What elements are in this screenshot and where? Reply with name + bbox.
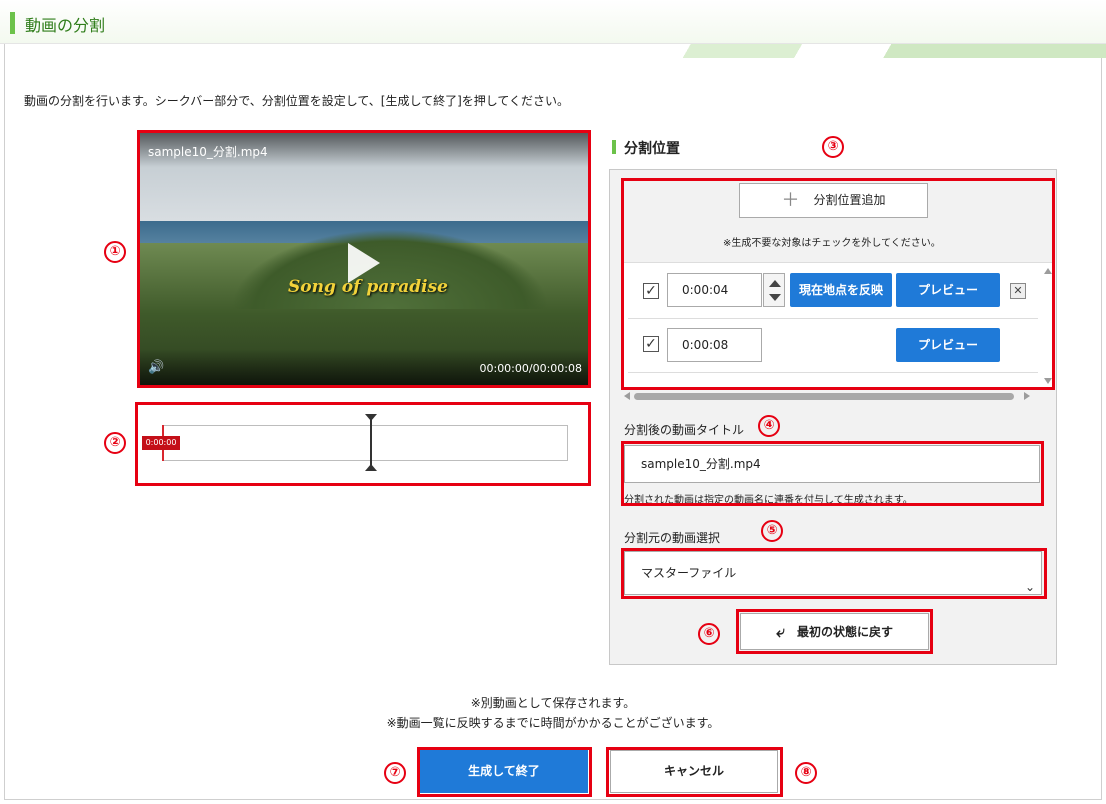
split-list-horizontal-scrollbar[interactable] (622, 390, 1042, 402)
title-label: 分割後の動画タイトル (624, 423, 745, 437)
annotation-box-2 (135, 402, 591, 486)
marker-5: ⑤ (761, 520, 783, 542)
annotation-box-4 (621, 441, 1044, 506)
marker-8: ⑧ (795, 762, 817, 784)
page-title: 動画の分割 (25, 16, 106, 35)
marker-1: ① (104, 241, 126, 263)
page-header: 動画の分割 (0, 0, 1106, 44)
footer-note-1: ※別動画として保存されます。 (470, 696, 636, 710)
annotation-box-7 (417, 747, 592, 797)
header-accent-bar (10, 12, 15, 34)
marker-3: ③ (822, 136, 844, 158)
marker-6: ⑥ (698, 623, 720, 645)
split-panel-heading: 分割位置 (624, 141, 680, 157)
annotation-box-1 (137, 130, 591, 388)
source-label: 分割元の動画選択 (624, 531, 721, 545)
instruction-text: 動画の分割を行います。シークバー部分で、分割位置を設定して、[生成して終了]を押… (24, 94, 570, 108)
footer-note-2: ※動画一覧に反映するまでに時間がかかることがございます。 (386, 716, 720, 730)
panel-heading-accent (612, 140, 616, 154)
annotation-box-3 (621, 178, 1055, 390)
annotation-box-8 (606, 747, 783, 797)
annotation-box-5 (621, 548, 1047, 599)
marker-4: ④ (758, 415, 780, 437)
marker-2: ② (104, 432, 126, 454)
annotation-box-6 (736, 609, 933, 654)
marker-7: ⑦ (384, 762, 406, 784)
header-decoration (0, 44, 1106, 58)
